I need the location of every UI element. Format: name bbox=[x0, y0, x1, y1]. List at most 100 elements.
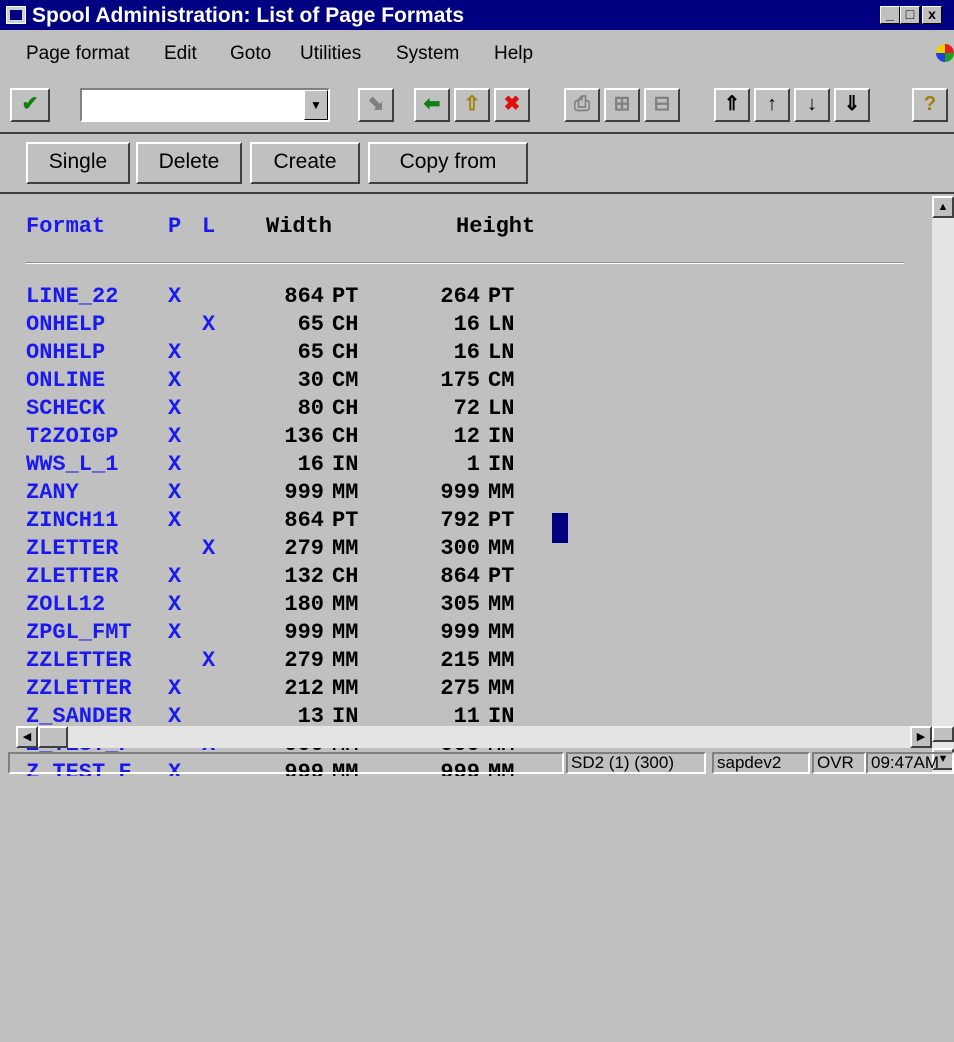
row-format[interactable]: ZOLL12 bbox=[26, 592, 105, 617]
row-width: 279 bbox=[284, 536, 324, 561]
single-button[interactable]: Single bbox=[26, 142, 130, 184]
delete-button[interactable]: Delete bbox=[136, 142, 242, 184]
row-height: 215 bbox=[440, 648, 480, 673]
scroll-up-icon[interactable]: ▲ bbox=[932, 196, 954, 218]
table-row[interactable]: ONHELP X 65 CH 16 LN bbox=[0, 340, 932, 368]
table-row[interactable]: ZLETTER X 132 CH 864 PT bbox=[0, 564, 932, 592]
status-system[interactable]: SD2 (1) (300) bbox=[566, 752, 706, 774]
row-format[interactable]: ZLETTER bbox=[26, 536, 118, 561]
next-page-icon[interactable]: ↓ bbox=[794, 88, 830, 122]
table-row[interactable]: T2ZOIGP X 136 CH 12 IN bbox=[0, 424, 932, 452]
menu-edit[interactable]: Edit bbox=[164, 43, 197, 65]
row-format[interactable]: ONHELP bbox=[26, 312, 105, 337]
menu-goto[interactable]: Goto bbox=[230, 43, 271, 65]
row-width: 16 bbox=[297, 452, 324, 477]
command-input[interactable] bbox=[82, 90, 304, 120]
row-height-unit: MM bbox=[488, 620, 515, 645]
table-row[interactable]: ONLINE X 30 CM 175 CM bbox=[0, 368, 932, 396]
row-format[interactable]: ZLETTER bbox=[26, 564, 118, 589]
row-height: 999 bbox=[440, 480, 480, 505]
last-page-icon[interactable]: ⇓ bbox=[834, 88, 870, 122]
row-format[interactable]: WWS_L_1 bbox=[26, 452, 118, 477]
row-format[interactable]: LINE_22 bbox=[26, 284, 118, 309]
horizontal-scroll-thumb[interactable] bbox=[38, 726, 68, 748]
vertical-scroll-thumb[interactable] bbox=[932, 726, 954, 742]
back-icon[interactable]: ⬅ bbox=[414, 88, 450, 122]
first-page-icon[interactable]: ⇑ bbox=[714, 88, 750, 122]
copy-from-button[interactable]: Copy from bbox=[368, 142, 528, 184]
row-format[interactable]: ZZLETTER bbox=[26, 676, 132, 701]
save-icon[interactable]: ⬊ bbox=[358, 88, 394, 122]
row-format[interactable]: SCHECK bbox=[26, 396, 105, 421]
row-format[interactable]: ZPGL_FMT bbox=[26, 620, 132, 645]
table-row[interactable]: LINE_22 X 864 PT 264 PT bbox=[0, 284, 932, 312]
row-width-unit: MM bbox=[332, 480, 359, 505]
menu-help[interactable]: Help bbox=[494, 43, 533, 65]
check-icon[interactable]: ✔ bbox=[10, 88, 50, 122]
horizontal-scrollbar[interactable]: ◀ ▶ bbox=[16, 726, 932, 748]
chevron-down-icon[interactable]: ▼ bbox=[304, 90, 328, 120]
row-format[interactable]: ZINCH11 bbox=[26, 508, 118, 533]
header-l: L bbox=[202, 214, 216, 239]
row-height-unit: PT bbox=[488, 508, 515, 533]
row-width: 212 bbox=[284, 676, 324, 701]
row-width: 136 bbox=[284, 424, 324, 449]
scroll-right-icon[interactable]: ▶ bbox=[910, 726, 932, 748]
row-format[interactable]: ONLINE bbox=[26, 368, 105, 393]
command-field[interactable]: ▼ bbox=[80, 88, 330, 122]
row-format[interactable]: ZZLETTER bbox=[26, 648, 132, 673]
row-p-flag: X bbox=[168, 396, 182, 421]
row-height: 999 bbox=[440, 620, 480, 645]
row-format[interactable]: ONHELP bbox=[26, 340, 105, 365]
title-bar: Spool Administration: List of Page Forma… bbox=[0, 0, 954, 30]
table-row[interactable]: ZINCH11 X 864 PT 792 PT bbox=[0, 508, 932, 536]
row-width-unit: CH bbox=[332, 396, 359, 421]
menu-system[interactable]: System bbox=[396, 43, 459, 65]
app-icon[interactable] bbox=[6, 6, 26, 24]
scroll-left-icon[interactable]: ◀ bbox=[16, 726, 38, 748]
table-row[interactable]: WWS_L_1 X 16 IN 1 IN bbox=[0, 452, 932, 480]
table-row[interactable]: ZLETTER X 279 MM 300 MM bbox=[0, 536, 932, 564]
row-p-flag: X bbox=[168, 508, 182, 533]
status-mode[interactable]: OVR bbox=[812, 752, 866, 774]
row-height: 175 bbox=[440, 368, 480, 393]
row-width-unit: PT bbox=[332, 284, 359, 309]
close-button[interactable]: x bbox=[922, 6, 942, 24]
table-row[interactable]: ZZLETTER X 279 MM 215 MM bbox=[0, 648, 932, 676]
table-row[interactable]: SCHECK X 80 CH 72 LN bbox=[0, 396, 932, 424]
row-height: 300 bbox=[440, 536, 480, 561]
menu-page-format[interactable]: Page format bbox=[26, 43, 130, 65]
cancel-icon[interactable]: ✖ bbox=[494, 88, 530, 122]
exit-icon[interactable]: ⇧ bbox=[454, 88, 490, 122]
row-height: 275 bbox=[440, 676, 480, 701]
row-height-unit: MM bbox=[488, 648, 515, 673]
table-row[interactable]: ZZLETTER X 212 MM 275 MM bbox=[0, 676, 932, 704]
row-width-unit: CM bbox=[332, 368, 359, 393]
create-button[interactable]: Create bbox=[250, 142, 360, 184]
table-row[interactable]: ZOLL12 X 180 MM 305 MM bbox=[0, 592, 932, 620]
minimize-button[interactable]: _ bbox=[880, 6, 900, 24]
row-height-unit: PT bbox=[488, 284, 515, 309]
menu-utilities[interactable]: Utilities bbox=[300, 43, 361, 65]
table-row[interactable]: ZANY X 999 MM 999 MM bbox=[0, 480, 932, 508]
row-format[interactable]: ZANY bbox=[26, 480, 79, 505]
maximize-button[interactable]: □ bbox=[900, 6, 920, 24]
row-width-unit: CH bbox=[332, 564, 359, 589]
status-message bbox=[8, 752, 564, 774]
table-row[interactable]: ZPGL_FMT X 999 MM 999 MM bbox=[0, 620, 932, 648]
find-next-icon[interactable]: ⊟ bbox=[644, 88, 680, 122]
row-height: 864 bbox=[440, 564, 480, 589]
vertical-scrollbar[interactable]: ▲ ▼ bbox=[932, 196, 954, 774]
help-icon[interactable]: ? bbox=[912, 88, 948, 122]
row-width-unit: PT bbox=[332, 508, 359, 533]
row-width-unit: MM bbox=[332, 676, 359, 701]
row-format[interactable]: T2ZOIGP bbox=[26, 424, 118, 449]
row-height: 305 bbox=[440, 592, 480, 617]
table-row[interactable]: ONHELP X 65 CH 16 LN bbox=[0, 312, 932, 340]
previous-page-icon[interactable]: ↑ bbox=[754, 88, 790, 122]
status-server: sapdev2 bbox=[712, 752, 810, 774]
print-icon[interactable]: ⎙ bbox=[564, 88, 600, 122]
row-width-unit: CH bbox=[332, 424, 359, 449]
find-icon[interactable]: ⊞ bbox=[604, 88, 640, 122]
header-divider bbox=[26, 262, 904, 264]
